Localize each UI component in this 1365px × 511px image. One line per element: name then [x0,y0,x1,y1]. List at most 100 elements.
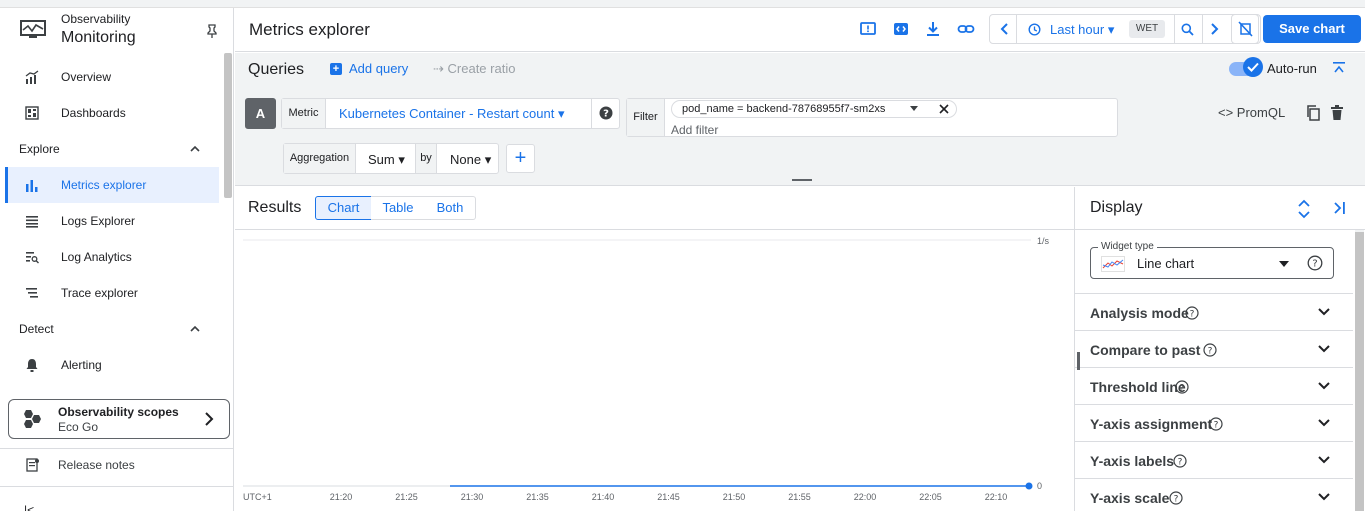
sync-off-button[interactable] [1231,14,1259,44]
sidebar-item-label: Log Analytics [61,250,132,264]
zoom-icon[interactable] [1181,23,1194,36]
code-embed-icon[interactable] [892,20,910,38]
divider [1075,229,1365,230]
metric-help-button[interactable]: ? [591,99,620,128]
save-chart-button[interactable]: Save chart [1263,15,1361,43]
accordion-y-axis-labels[interactable]: Y-axis labels? [1075,441,1353,478]
time-range-dropdown[interactable]: Last hour ▾ [1050,22,1114,38]
filter-box: Filter pod_name = backend-78768955f7-sm2… [626,98,1118,137]
sidebar-scrollbar[interactable] [224,53,232,198]
group-by-dropdown[interactable]: None ▾ [450,152,491,168]
auto-run-label: Auto-run [1267,61,1317,76]
delete-icon[interactable] [1330,105,1344,121]
release-notes-link[interactable]: Release notes [5,452,219,478]
x-tick-label: 21:50 [723,492,746,502]
sync-off-icon [1238,21,1253,37]
add-filter-input[interactable]: Add filter [671,123,718,137]
metric-dropdown[interactable]: Kubernetes Container - Restart count ▾ [339,106,564,122]
create-ratio-button[interactable]: ⇢ Create ratio [433,61,515,77]
release-notes-label: Release notes [58,458,135,472]
accordion-label: Y-axis labels [1090,453,1175,469]
scopes-hexagon-icon [24,410,41,428]
sidebar-item-metrics-explorer[interactable]: Metrics explorer [5,167,219,203]
pin-icon[interactable] [205,24,219,38]
sidebar-item-label: Trace explorer [61,286,138,300]
bar-chart-icon [26,180,38,192]
panel-resize-grip[interactable] [1077,352,1080,370]
bar-trend-icon [25,70,39,84]
x-tick-label: 21:35 [526,492,549,502]
expand-collapse-icon[interactable] [1297,199,1311,219]
sidebar-section-detect[interactable]: Detect [19,319,219,339]
time-range-picker: Last hour ▾ WET [989,14,1261,44]
link-icon[interactable] [957,20,975,38]
accordion-y-axis-assignment[interactable]: Y-axis assignment? [1075,404,1353,441]
x-tick-label: 22:00 [854,492,877,502]
page-title: Metrics explorer [249,20,370,39]
chevron-left-icon[interactable] [999,23,1011,35]
add-query-button[interactable]: + Add query [330,61,408,76]
dashboard-icon [25,106,39,120]
chevron-right-icon[interactable] [1208,23,1220,35]
filter-chip[interactable]: pod_name = backend-78768955f7-sm2xs [671,100,957,118]
metric-value: Kubernetes Container - Restart count [339,106,555,121]
close-panel-icon[interactable] [1332,201,1346,215]
release-notes-icon [26,458,39,472]
help-icon[interactable]: ? [1169,491,1183,505]
accordion-compare-to-past[interactable]: Compare to past? [1075,330,1353,367]
help-icon[interactable]: ? [1203,343,1217,357]
help-icon[interactable]: ? [1173,454,1187,468]
copy-icon[interactable] [1306,105,1320,121]
help-circle-icon: ? [599,106,613,120]
sidebar-item-log-analytics[interactable]: Log Analytics [5,239,219,275]
help-icon[interactable]: ? [1175,380,1189,394]
series-point [1025,482,1033,490]
widget-type-select[interactable]: Widget type Line chart ? [1090,241,1334,279]
sidebar-item-overview[interactable]: Overview [5,59,219,95]
monitoring-logo-icon [20,20,46,38]
y-axis-unit-label: 1/s [1037,236,1050,246]
accordion-label: Y-axis assignment [1090,416,1213,432]
add-aggregation-button[interactable]: + [506,144,535,173]
auto-run-toggle[interactable]: Auto-run [1229,57,1319,78]
sidebar-item-logs-explorer[interactable]: Logs Explorer [5,203,219,239]
divider [0,448,234,449]
svg-text:?: ? [1214,420,1219,430]
scopes-subtitle: Eco Go [58,420,99,434]
brand: Observability Monitoring [0,8,234,52]
chevron-down-icon [1318,419,1330,427]
line-chart: 1/s 0 UTC+1 21:20 21:25 21:30 21:35 21:40 21:45 2… [243,236,1050,502]
help-icon[interactable]: ? [1209,417,1223,431]
widget-type-value: Line chart [1137,256,1195,271]
sidebar-item-alerting[interactable]: Alerting [5,347,219,383]
svg-text:?: ? [603,109,609,120]
sidebar-item-trace-explorer[interactable]: Trace explorer [5,275,219,311]
tab-table[interactable]: Table [371,196,426,220]
help-icon[interactable]: ? [1185,306,1199,320]
close-icon[interactable] [938,103,950,115]
collapse-up-icon[interactable] [1332,61,1346,75]
chevron-down-icon [1318,345,1330,353]
download-icon[interactable] [924,20,942,38]
aggregation-dropdown[interactable]: Sum ▾ [368,152,405,168]
tab-both[interactable]: Both [425,196,476,220]
app-root: Observability Monitoring Overview Dashbo… [0,0,1365,511]
queries-panel: Queries + Add query ⇢ Create ratio Auto-… [235,53,1365,186]
promql-button[interactable]: <> PromQL [1218,105,1285,120]
sidebar-section-explore[interactable]: Explore [19,139,219,159]
accordion-threshold-line[interactable]: Threshold line? [1075,367,1353,404]
tab-chart[interactable]: Chart [315,196,372,220]
group-by-value: None [450,152,482,167]
x-tick-label: 21:30 [461,492,484,502]
filter-key: Filter [627,99,665,136]
collapse-sidebar-icon[interactable]: |< [24,503,38,511]
clock-icon [1028,23,1041,36]
accordion-y-axis-scale[interactable]: Y-axis scale? [1075,478,1353,511]
sidebar-item-dashboards[interactable]: Dashboards [5,95,219,131]
feedback-icon[interactable] [859,20,877,38]
help-icon[interactable]: ? [1307,255,1323,271]
accordion-analysis-mode[interactable]: Analysis mode? [1075,293,1353,330]
observability-scopes-button[interactable]: Observability scopes Eco Go [8,399,230,439]
resize-handle[interactable] [792,179,812,181]
panel-scrollbar[interactable] [1355,232,1364,511]
